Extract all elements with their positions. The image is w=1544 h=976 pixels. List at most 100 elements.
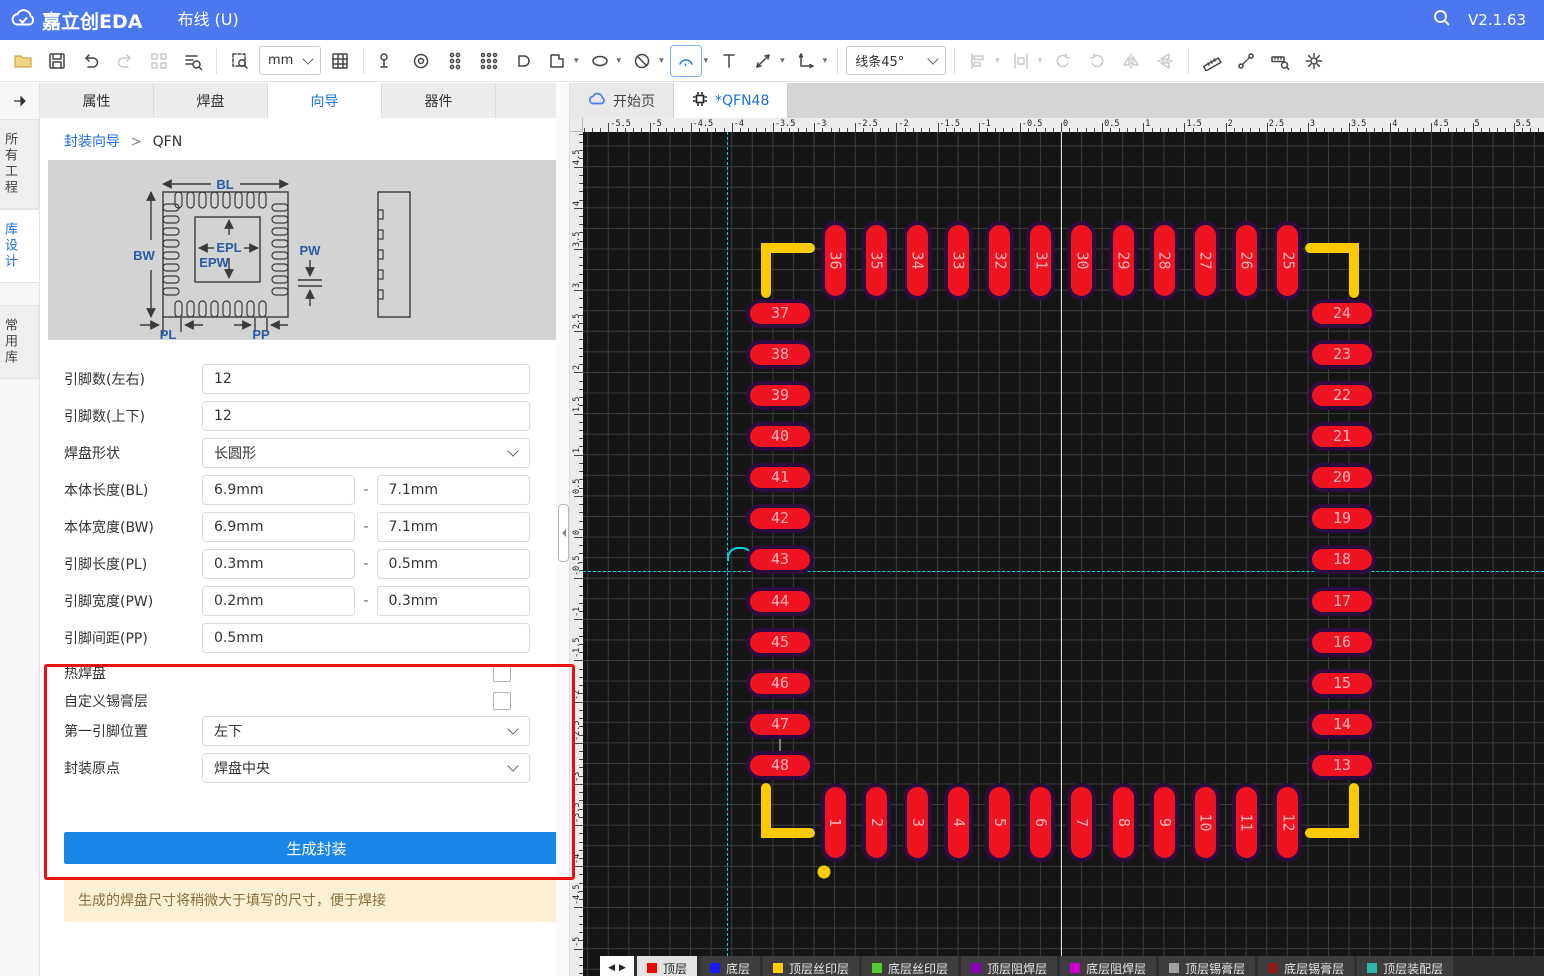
settings-gear-icon[interactable] (1299, 46, 1329, 76)
save-icon[interactable] (42, 46, 72, 76)
form-input-0[interactable]: 12 (202, 364, 530, 394)
pad[interactable]: 4 (943, 782, 973, 862)
pad[interactable]: 10 (1190, 782, 1220, 862)
form-select-2[interactable]: 长圆形 (202, 438, 530, 468)
chevron-down-icon[interactable]: ▾ (780, 56, 785, 66)
panel-tab-1[interactable]: 焊盘 (154, 83, 268, 118)
pad[interactable]: 17 (1308, 586, 1376, 616)
pad[interactable]: 27 (1190, 220, 1220, 300)
pad[interactable]: 37 (746, 298, 814, 328)
pad-matrix-icon[interactable] (474, 46, 504, 76)
pad[interactable]: 26 (1232, 220, 1261, 300)
layer-chip-7[interactable]: 底层锡膏层 (1258, 956, 1355, 976)
rail-tab-2[interactable]: 常用库 (0, 305, 39, 379)
pad[interactable]: 23 (1308, 339, 1376, 369)
pad[interactable]: 19 (1308, 504, 1376, 534)
measure-icon[interactable] (748, 46, 778, 76)
form-select-10[interactable]: 左下 (202, 716, 530, 746)
origin-pin-icon[interactable] (372, 46, 402, 76)
pad[interactable]: 34 (902, 220, 932, 300)
layer-chip-5[interactable]: 底层阻焊层 (1060, 956, 1157, 976)
keepout-icon[interactable] (627, 46, 657, 76)
pad[interactable]: 29 (1108, 220, 1138, 300)
pad[interactable]: 25 (1273, 220, 1303, 300)
pad[interactable]: 6 (1026, 782, 1056, 862)
pad-array-icon[interactable] (440, 46, 470, 76)
form-checkbox-8[interactable] (493, 663, 511, 682)
pad[interactable]: 15 (1308, 668, 1376, 698)
pad[interactable]: 20 (1308, 463, 1376, 493)
pad[interactable]: 13 (1308, 751, 1376, 781)
pad[interactable]: 43 (746, 545, 814, 575)
pad[interactable]: 18 (1308, 545, 1376, 575)
marquee-zoom-icon[interactable] (225, 46, 255, 76)
generate-footprint-button[interactable]: 生成封装 (64, 832, 569, 864)
chevron-down-icon[interactable]: ▾ (574, 56, 579, 66)
panel-tab-3[interactable]: 器件 (382, 83, 496, 118)
form-input-3-max[interactable]: 7.1mm (376, 475, 530, 505)
pad[interactable]: 9 (1149, 782, 1179, 862)
pad[interactable]: 46 (746, 668, 814, 698)
layer-chip-0[interactable]: 顶层 (637, 956, 698, 976)
unit-select[interactable]: mm (259, 46, 321, 75)
pad[interactable]: 22 (1308, 380, 1376, 410)
form-input-7[interactable]: 0.5mm (202, 623, 530, 653)
text-icon[interactable] (714, 46, 744, 76)
panel-tab-0[interactable]: 属性 (40, 83, 154, 118)
doc-tab-1[interactable]: *QFN48 (674, 83, 789, 118)
panel-splitter[interactable] (556, 83, 570, 976)
grid-settings-icon[interactable] (325, 46, 355, 76)
rail-tab-1[interactable]: 库设计 (0, 209, 39, 283)
pad[interactable]: 39 (746, 380, 814, 410)
search-icon[interactable] (1432, 8, 1452, 32)
pad[interactable]: 14 (1308, 710, 1376, 739)
form-input-5-max[interactable]: 0.5mm (376, 549, 530, 579)
undo-icon[interactable] (76, 46, 106, 76)
rail-tab-0[interactable]: 所有工程 (0, 119, 39, 209)
arc-icon[interactable] (669, 44, 702, 77)
pin-panel-icon[interactable] (0, 83, 40, 119)
layer-next-icon[interactable]: ▶ (619, 963, 626, 973)
pad[interactable]: 35 (861, 220, 891, 300)
form-input-4-min[interactable]: 6.9mm (202, 512, 356, 542)
polygon-icon[interactable] (542, 46, 572, 76)
layer-prev-icon[interactable]: ◀ (608, 963, 615, 973)
pcb-canvas[interactable]: 36 35 34 33 32 31 30 29 28 27 26 25 1 2 3 4 5 6 7 8 9 10 11 12 3… (583, 132, 1544, 976)
oval-icon[interactable] (585, 46, 615, 76)
chevron-down-icon[interactable]: ▾ (823, 56, 828, 66)
pad[interactable]: 3 (902, 782, 932, 862)
form-select-11[interactable]: 焊盘中央 (202, 753, 530, 783)
pad[interactable]: 33 (943, 220, 973, 300)
chevron-down-icon[interactable]: ▾ (704, 56, 709, 66)
pad[interactable]: 7 (1067, 782, 1097, 862)
layer-chip-3[interactable]: 底层丝印层 (862, 956, 959, 976)
pad[interactable]: 2 (861, 782, 891, 862)
form-input-6-max[interactable]: 0.3mm (376, 586, 530, 616)
layer-chip-1[interactable]: 底层 (700, 956, 761, 976)
pad[interactable]: 42 (746, 504, 814, 534)
pad[interactable]: 40 (746, 421, 814, 451)
pad[interactable]: 41 (746, 463, 814, 493)
pad[interactable]: 28 (1149, 220, 1179, 300)
menu-item-4[interactable]: 布线 (U) (160, 0, 256, 40)
pad[interactable]: 5 (985, 782, 1015, 862)
layer-chip-4[interactable]: 顶层阻焊层 (961, 956, 1058, 976)
pad[interactable]: 24 (1308, 298, 1376, 328)
pad[interactable]: 8 (1108, 782, 1138, 862)
doc-tab-0[interactable]: 开始页 (570, 83, 674, 118)
pad[interactable]: 30 (1067, 220, 1097, 300)
pad[interactable]: 11 (1232, 782, 1261, 862)
breadcrumb-wizard-link[interactable]: 封装向导 (64, 134, 120, 150)
form-input-1[interactable]: 12 (202, 401, 530, 431)
pad[interactable]: 36 (820, 220, 850, 300)
pad[interactable]: 31 (1026, 220, 1056, 300)
distance-measure-icon[interactable] (1231, 46, 1261, 76)
pad-d-shape-icon[interactable] (508, 46, 538, 76)
form-input-6-min[interactable]: 0.2mm (202, 586, 356, 616)
pad[interactable]: 44 (746, 586, 814, 616)
layer-chip-2[interactable]: 顶层丝印层 (763, 956, 860, 976)
pad[interactable]: 21 (1308, 421, 1376, 451)
pad[interactable]: 48 (746, 751, 814, 781)
form-input-4-max[interactable]: 7.1mm (376, 512, 530, 542)
layer-chip-6[interactable]: 顶层锡膏层 (1159, 956, 1256, 976)
